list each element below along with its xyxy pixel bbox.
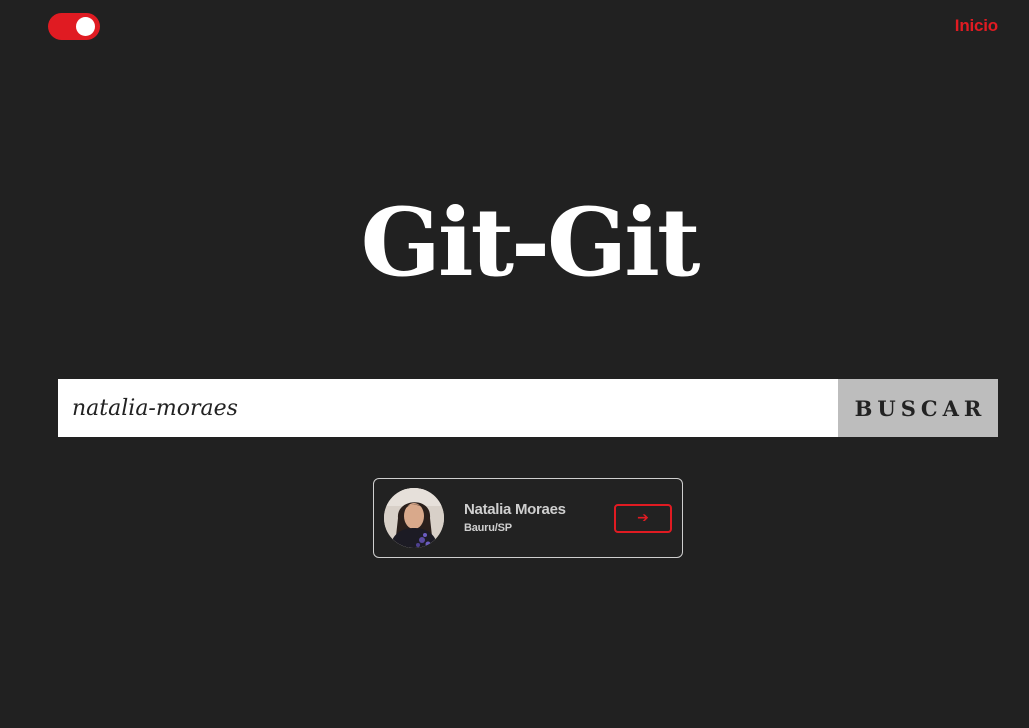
user-result-card: Natalia Moraes Bauru/SP ➔ bbox=[373, 478, 683, 558]
search-input[interactable] bbox=[58, 379, 838, 437]
toggle-knob bbox=[76, 17, 95, 36]
nav-link-inicio[interactable]: Inicio bbox=[955, 16, 998, 36]
theme-toggle[interactable] bbox=[48, 13, 100, 40]
search-button[interactable]: BUSCAR bbox=[838, 379, 998, 437]
page-title: Git-Git bbox=[360, 188, 701, 298]
view-profile-button[interactable]: ➔ bbox=[614, 504, 672, 533]
arrow-right-icon: ➔ bbox=[637, 510, 649, 526]
user-name: Natalia Moraes bbox=[464, 501, 566, 518]
avatar bbox=[384, 488, 444, 548]
search-bar: BUSCAR bbox=[58, 379, 998, 437]
user-location: Bauru/SP bbox=[464, 522, 512, 534]
